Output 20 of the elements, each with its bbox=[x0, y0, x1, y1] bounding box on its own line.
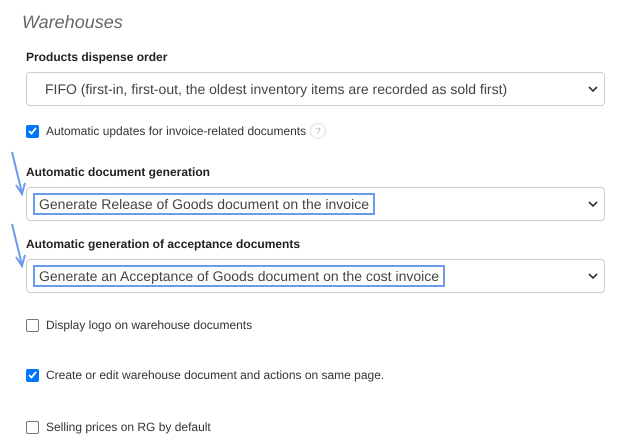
checkbox[interactable] bbox=[26, 318, 39, 332]
chevron-down-icon bbox=[588, 273, 598, 279]
chevron-down-icon bbox=[588, 86, 598, 92]
checkbox-label: Automatic updates for invoice-related documents bbox=[46, 124, 306, 138]
arrow-icon bbox=[10, 151, 26, 197]
dropdown[interactable]: Generate an Acceptance of Goods document on the cost invoice bbox=[26, 259, 605, 293]
field-label: Products dispense order bbox=[26, 50, 168, 64]
checkbox[interactable] bbox=[26, 124, 39, 138]
checkbox[interactable] bbox=[26, 368, 39, 382]
checkbox-label: Selling prices on RG by default bbox=[46, 420, 211, 434]
checkbox[interactable] bbox=[26, 420, 39, 434]
checkbox-label: Display logo on warehouse documents bbox=[46, 318, 252, 332]
field-label: Automatic document generation bbox=[26, 165, 212, 179]
field-label: Automatic generation of acceptance documents bbox=[26, 237, 302, 251]
checkbox-label: Create or edit warehouse document and actions on same page. bbox=[46, 368, 384, 382]
dropdown[interactable]: FIFO (first-in, first-out, the oldest inventory items are recorded as sold first) bbox=[26, 72, 605, 106]
arrow-icon bbox=[10, 223, 26, 269]
chevron-down-icon bbox=[588, 201, 598, 207]
section-title: Warehouses bbox=[22, 11, 124, 34]
dropdown[interactable]: Generate Release of Goods document on the invoice bbox=[26, 187, 605, 221]
